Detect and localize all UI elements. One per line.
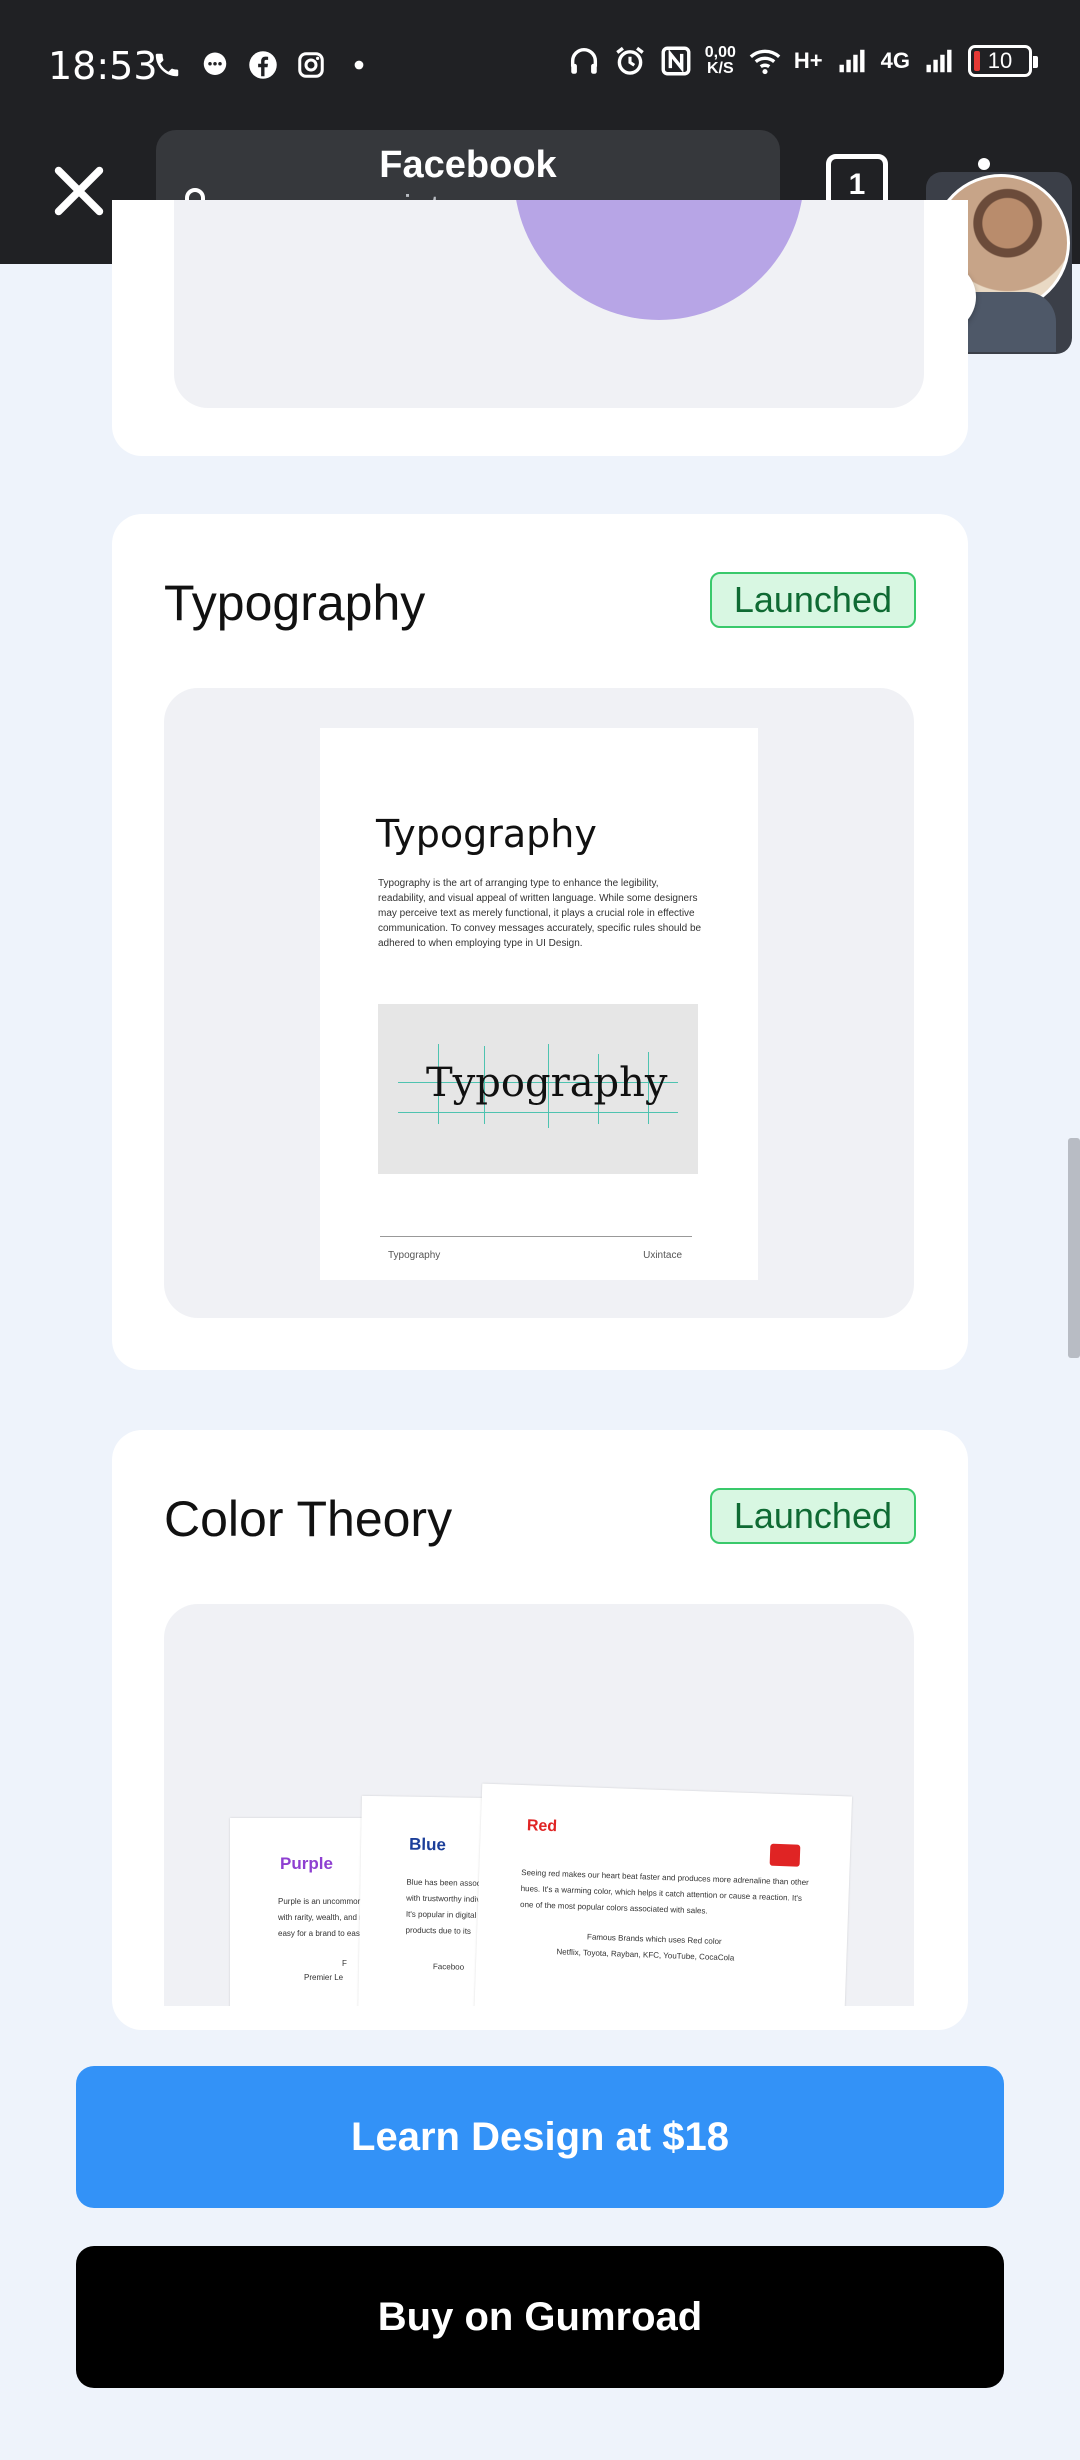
doc-body: Typography is the art of arranging type … xyxy=(378,878,702,949)
menu-icon[interactable] xyxy=(978,158,990,170)
color-name: Blue xyxy=(408,1834,447,1855)
facebook-icon xyxy=(246,48,280,82)
previous-course-card xyxy=(112,200,968,456)
course-card-typography[interactable]: Typography Launched Typography Typograph… xyxy=(112,514,968,1370)
network-type-2: 4G xyxy=(880,48,910,73)
learn-design-button[interactable]: Learn Design at $18 xyxy=(76,2066,1004,2208)
color-page-red: Red Seeing red makes our heart beat fast… xyxy=(473,1783,853,2006)
previous-card-thumbnail xyxy=(174,200,924,408)
status-badge: Launched xyxy=(709,572,916,628)
network-speed: 0,00 K/S xyxy=(705,45,736,77)
nfc-icon xyxy=(659,44,693,78)
headphones-icon xyxy=(567,44,601,78)
red-swatch xyxy=(769,1843,801,1867)
typography-document: Typography Typography is the art of arra… xyxy=(320,728,758,1280)
wifi-icon xyxy=(748,44,782,78)
signal-icon-2 xyxy=(922,44,956,78)
color-name: Red xyxy=(526,1817,558,1836)
typography-anatomy-figure: Typography xyxy=(378,1004,698,1174)
decorative-circle xyxy=(514,200,804,320)
system-icons: 0,00 K/S H+ 4G 10 xyxy=(567,44,1038,78)
color-name: Purple xyxy=(280,1854,333,1873)
alarm-icon xyxy=(613,44,647,78)
card-thumbnail: Typography Typography is the art of arra… xyxy=(164,688,914,1318)
network-speed-unit: K/S xyxy=(706,60,734,77)
footer-rule xyxy=(380,1236,692,1237)
battery-percent: 10 xyxy=(987,48,1013,73)
close-icon[interactable] xyxy=(44,156,114,226)
color-brands-label: Faceboo xyxy=(432,1962,465,1972)
card-title: Typography xyxy=(164,575,426,631)
status-badge: Launched xyxy=(709,1488,916,1544)
scrollbar[interactable] xyxy=(1068,1138,1080,1358)
baseline-line xyxy=(398,1112,678,1113)
network-speed-value: 0,00 xyxy=(704,44,736,61)
network-type-1: H+ xyxy=(793,48,823,73)
color-brands: Premier Le xyxy=(304,1973,344,1982)
doc-title: Typography xyxy=(376,812,597,856)
status-time: 18:53 xyxy=(48,44,158,88)
status-bar: 18:53 0,00 K/S H+ 4G 10 xyxy=(0,0,1080,128)
figure-word: Typography xyxy=(426,1060,668,1106)
card-header: Typography Launched xyxy=(164,570,916,631)
buy-on-gumroad-button[interactable]: Buy on Gumroad xyxy=(76,2246,1004,2388)
page-title: Facebook xyxy=(379,144,557,186)
doc-footer-left: Typography xyxy=(388,1250,441,1261)
instagram-icon xyxy=(294,48,328,82)
color-description: Seeing red makes our heart beat faster a… xyxy=(519,1868,809,1916)
battery-icon: 10 xyxy=(968,45,1038,77)
signal-icon xyxy=(835,44,869,78)
doc-footer-right: Uxintace xyxy=(643,1250,682,1261)
course-card-color-theory[interactable]: Color Theory Launched Purple Purple is a… xyxy=(112,1430,968,2030)
chat-bubble-icon xyxy=(198,48,232,82)
card-header: Color Theory Launched xyxy=(164,1486,916,1547)
battery-level xyxy=(974,51,980,71)
card-title: Color Theory xyxy=(164,1491,453,1547)
dot-icon xyxy=(342,48,376,82)
phone-icon xyxy=(150,48,184,82)
notification-icons xyxy=(150,48,376,82)
card-thumbnail: Purple Purple is an uncommon color often… xyxy=(164,1604,914,2006)
